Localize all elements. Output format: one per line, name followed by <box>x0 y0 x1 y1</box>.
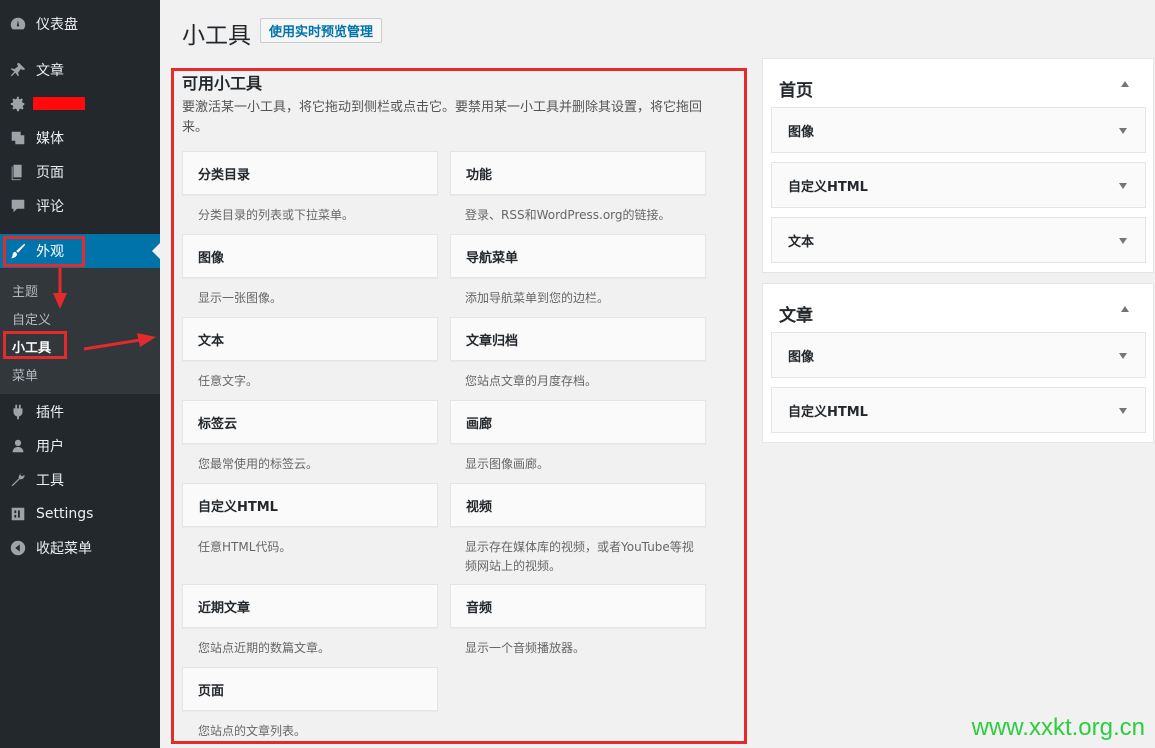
widget-categories[interactable]: 分类目录 <box>182 151 438 195</box>
posts-widget-custom-html[interactable]: 自定义HTML <box>771 387 1146 433</box>
settings-icon <box>0 505 36 523</box>
home-widget-text-label: 文本 <box>788 234 815 250</box>
widget-text[interactable]: 文本 <box>182 317 438 361</box>
widget-video[interactable]: 视频 <box>450 483 706 527</box>
menu-plugins[interactable]: 插件 <box>0 395 160 429</box>
widget-nav-menu[interactable]: 导航菜单 <box>450 234 706 278</box>
home-widget-image-label: 图像 <box>788 124 815 140</box>
menu-comments-label: 评论 <box>36 199 64 215</box>
widget-custom-html-desc: 任意HTML代码。 <box>198 540 292 554</box>
dashboard-icon <box>0 15 36 33</box>
widget-tag-cloud[interactable]: 标签云 <box>182 400 438 444</box>
available-widgets-description: 要激活某一小工具，将它拖动到侧栏或点击它。要禁用某一小工具并删除其设置，将它拖回… <box>182 100 703 135</box>
menu-collapse[interactable]: 收起菜单 <box>0 531 160 565</box>
widget-archives-desc: 您站点文章的月度存档。 <box>465 374 598 388</box>
menu-media[interactable]: 媒体 <box>0 121 160 155</box>
menu-posts[interactable]: 文章 <box>0 53 160 87</box>
widget-recent-posts-desc: 您站点近期的数篇文章。 <box>198 641 331 655</box>
menu-settings[interactable]: Settings <box>0 497 160 531</box>
redaction-bar <box>33 97 85 110</box>
menu-collapse-label: 收起菜单 <box>36 541 92 557</box>
wrench-icon <box>0 471 36 489</box>
menu-tools[interactable]: 工具 <box>0 463 160 497</box>
posts-widget-image[interactable]: 图像 <box>771 332 1146 378</box>
home-widget-custom-html[interactable]: 自定义HTML <box>771 162 1146 208</box>
widget-archives[interactable]: 文章归档 <box>450 317 706 361</box>
menu-posts-label: 文章 <box>36 63 64 79</box>
expand-caret-icon[interactable] <box>1119 408 1127 414</box>
collapse-toggle-icon[interactable] <box>1121 306 1129 312</box>
widget-custom-html[interactable]: 自定义HTML <box>182 483 438 527</box>
home-widget-text[interactable]: 文本 <box>771 217 1146 263</box>
widget-video-desc: 显示存在媒体库的视频，或者YouTube等视频网站上的视频。 <box>465 540 694 573</box>
widget-pages[interactable]: 页面 <box>182 667 438 711</box>
user-icon <box>0 437 36 455</box>
page-title: 小工具 <box>182 23 251 49</box>
expand-caret-icon[interactable] <box>1119 238 1127 244</box>
collapse-icon <box>0 539 36 557</box>
menu-users[interactable]: 用户 <box>0 429 160 463</box>
sidebar-area-home: 首页 图像 自定义HTML 文本 <box>762 58 1154 273</box>
collapse-toggle-icon[interactable] <box>1121 81 1129 87</box>
widget-recent-posts[interactable]: 近期文章 <box>182 584 438 628</box>
comment-icon <box>0 197 36 215</box>
expand-caret-icon[interactable] <box>1119 183 1127 189</box>
menu-settings-label: Settings <box>36 506 94 522</box>
menu-users-label: 用户 <box>36 439 64 455</box>
watermark: www.xxkt.org.cn <box>971 714 1145 741</box>
widget-audio-desc: 显示一个音频播放器。 <box>465 641 586 655</box>
widget-meta[interactable]: 功能 <box>450 151 706 195</box>
menu-tools-label: 工具 <box>36 473 64 489</box>
posts-widget-custom-html-label: 自定义HTML <box>788 404 868 420</box>
widget-text-desc: 任意文字。 <box>198 374 259 388</box>
widget-gallery[interactable]: 画廊 <box>450 400 706 444</box>
menu-pages-label: 页面 <box>36 165 64 181</box>
widget-image-desc: 显示一张图像。 <box>198 291 283 305</box>
pin-icon <box>0 61 36 79</box>
expand-caret-icon[interactable] <box>1119 128 1127 134</box>
menu-plugins-label: 插件 <box>36 405 64 421</box>
sidebar-area-posts: 文章 图像 自定义HTML <box>762 283 1154 443</box>
live-preview-button[interactable]: 使用实时预览管理 <box>260 18 383 43</box>
widget-meta-desc: 登录、RSS和WordPress.org的链接。 <box>465 208 671 222</box>
menu-pages[interactable]: 页面 <box>0 155 160 189</box>
annotation-box-appearance <box>3 236 85 267</box>
posts-widget-image-label: 图像 <box>788 349 815 365</box>
widget-image[interactable]: 图像 <box>182 234 438 278</box>
menu-dashboard[interactable]: 仪表盘 <box>0 7 160 41</box>
menu-comments[interactable]: 评论 <box>0 189 160 223</box>
widget-pages-desc: 您站点的文章列表。 <box>198 724 307 738</box>
menu-dashboard-label: 仪表盘 <box>36 17 78 33</box>
submenu-themes[interactable]: 主题 <box>12 281 38 300</box>
widget-gallery-desc: 显示图像画廊。 <box>465 457 550 471</box>
plugin-icon <box>0 403 36 421</box>
media-icon <box>0 129 36 147</box>
home-widget-image[interactable]: 图像 <box>771 107 1146 153</box>
widget-nav-menu-desc: 添加导航菜单到您的边栏。 <box>465 291 610 305</box>
submenu-customize[interactable]: 自定义 <box>12 309 51 328</box>
widget-tag-cloud-desc: 您最常使用的标签云。 <box>198 457 319 471</box>
available-widgets-title: 可用小工具 <box>182 74 263 93</box>
expand-caret-icon[interactable] <box>1119 353 1127 359</box>
gear-icon <box>0 95 36 113</box>
admin-sidebar: 仪表盘 文章 媒体 页面 评论 外观 主题 自定义 小工具 菜单 插件 用户 工… <box>0 0 160 748</box>
sidebar-area-home-title[interactable]: 首页 <box>779 76 813 101</box>
widget-categories-desc: 分类目录的列表或下拉菜单。 <box>198 208 355 222</box>
sidebar-area-posts-title[interactable]: 文章 <box>779 301 813 326</box>
active-indicator <box>152 243 160 259</box>
submenu-menus[interactable]: 菜单 <box>12 365 38 384</box>
widget-audio[interactable]: 音频 <box>450 584 706 628</box>
pages-icon <box>0 163 36 181</box>
annotation-box-widgets <box>3 331 67 359</box>
home-widget-custom-html-label: 自定义HTML <box>788 179 868 195</box>
menu-media-label: 媒体 <box>36 131 64 147</box>
